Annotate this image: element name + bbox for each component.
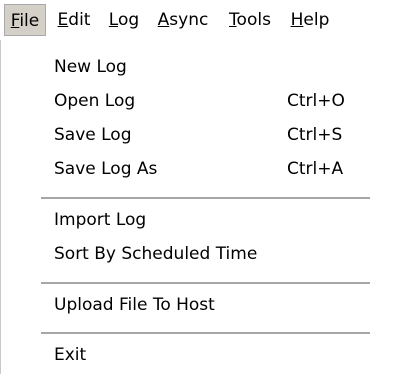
menu-help[interactable]: Help <box>286 4 334 36</box>
menu-help-label: elp <box>303 10 330 30</box>
menu-log-accel: L <box>108 10 118 30</box>
menu-async[interactable]: Async <box>152 4 214 36</box>
menu-tools[interactable]: Tools <box>222 4 278 36</box>
menu-item-label: Open Log <box>54 91 136 111</box>
menu-separator <box>41 332 370 334</box>
menu-item-label: Save Log <box>54 125 132 145</box>
menu-async-accel: A <box>157 10 170 30</box>
menu-item-label: Sort By Scheduled Time <box>54 244 258 264</box>
menu-item-save-log[interactable]: Save Log Ctrl+S <box>1 118 370 152</box>
menu-item-save-log-as[interactable]: Save Log As Ctrl+A <box>1 152 370 186</box>
menu-edit[interactable]: Edit <box>52 4 96 36</box>
menu-log-label: og <box>117 10 140 30</box>
menu-item-new-log[interactable]: New Log <box>1 50 370 84</box>
menu-separator <box>41 197 370 199</box>
menu-tools-label: ools <box>236 10 271 30</box>
menu-separator <box>41 282 370 284</box>
menu-edit-accel: E <box>57 10 69 30</box>
menu-item-shortcut: Ctrl+A <box>287 159 344 179</box>
menu-item-label: Save Log As <box>54 159 158 179</box>
menu-item-label: Exit <box>54 345 87 365</box>
menu-item-exit[interactable]: Exit <box>1 338 370 372</box>
menu-bar: File Edit Log Async Tools Help <box>0 0 399 40</box>
menu-item-label: New Log <box>54 57 127 77</box>
menu-tools-accel: T <box>229 10 237 30</box>
menu-file[interactable]: File <box>4 4 46 36</box>
menu-async-label: sync <box>169 10 209 30</box>
menu-item-open-log[interactable]: Open Log Ctrl+O <box>1 84 370 118</box>
menu-item-shortcut: Ctrl+O <box>287 91 345 111</box>
menu-item-label: Upload File To Host <box>54 295 215 315</box>
menu-item-import-log[interactable]: Import Log <box>1 203 370 237</box>
menu-item-label: Import Log <box>54 210 147 230</box>
menu-help-accel: H <box>290 10 304 30</box>
file-menu-dropdown: New Log Open Log Ctrl+O Save Log Ctrl+S … <box>0 40 370 374</box>
menu-item-shortcut: Ctrl+S <box>287 125 343 145</box>
menu-file-label: ile <box>19 11 40 31</box>
menu-log[interactable]: Log <box>104 4 144 36</box>
menu-edit-label: dit <box>68 10 91 30</box>
menu-item-sort-by-scheduled-time[interactable]: Sort By Scheduled Time <box>1 237 370 271</box>
menu-item-upload-file-to-host[interactable]: Upload File To Host <box>1 288 370 322</box>
